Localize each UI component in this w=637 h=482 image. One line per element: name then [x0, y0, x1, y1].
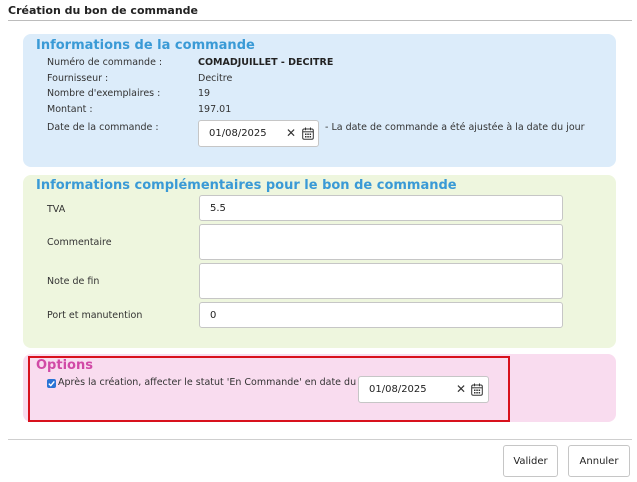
copies-value: 19 — [198, 88, 211, 99]
cancel-button[interactable]: Annuler — [568, 445, 630, 477]
order-number-value: COMADJUILLET - DECITRE — [198, 57, 334, 68]
shipping-label: Port et manutention — [47, 310, 143, 321]
amount-label: Montant : — [47, 104, 93, 115]
status-checkbox[interactable] — [47, 379, 56, 388]
close-icon[interactable]: ✕ — [456, 382, 466, 396]
dialog-title: Création du bon de commande — [8, 4, 199, 17]
supplier-value: Decitre — [198, 73, 233, 84]
endnote-label: Note de fin — [47, 276, 100, 287]
supplier-label: Fournisseur : — [47, 73, 109, 84]
calendar-icon[interactable] — [471, 383, 483, 396]
calendar-icon[interactable] — [302, 127, 314, 140]
copies-label: Nombre d'exemplaires : — [47, 88, 161, 99]
extra-info-title: Informations complémentaires pour le bon… — [36, 178, 457, 193]
options-section: Options — [23, 354, 616, 422]
status-date-value[interactable]: 01/08/2025 — [369, 384, 427, 395]
extra-info-section: Informations complémentaires pour le bon… — [23, 175, 616, 348]
title-divider — [8, 20, 632, 21]
status-checkbox-label[interactable]: Après la création, affecter le statut 'E… — [58, 377, 356, 388]
order-info-title: Informations de la commande — [36, 38, 255, 53]
amount-value: 197.01 — [198, 104, 232, 115]
checkmark-icon — [48, 380, 55, 387]
order-info-section: Informations de la commande Numéro de co… — [23, 34, 616, 167]
close-icon[interactable]: ✕ — [286, 126, 296, 140]
order-date-note: - La date de commande a été ajustée à la… — [325, 122, 585, 133]
options-title: Options — [36, 358, 93, 373]
tva-label: TVA — [47, 204, 66, 215]
order-date-value[interactable]: 01/08/2025 — [209, 128, 267, 139]
validate-button[interactable]: Valider — [503, 445, 558, 477]
status-date-picker[interactable]: 01/08/2025 ✕ — [358, 376, 489, 403]
endnote-input[interactable] — [199, 263, 563, 299]
footer-divider — [8, 439, 632, 440]
order-date-label: Date de la commande : — [47, 122, 159, 133]
shipping-input[interactable] — [199, 302, 563, 328]
comment-label: Commentaire — [47, 237, 112, 248]
comment-input[interactable] — [199, 224, 563, 260]
order-date-picker[interactable]: 01/08/2025 ✕ — [198, 120, 319, 147]
order-number-label: Numéro de commande : — [47, 57, 163, 68]
tva-input[interactable] — [199, 195, 563, 221]
